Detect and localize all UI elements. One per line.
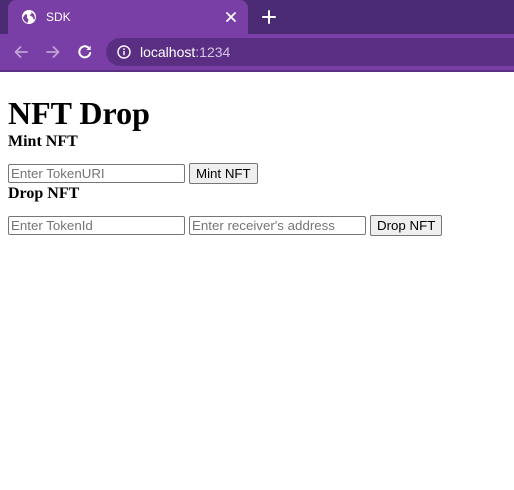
arrow-left-icon[interactable] [10, 41, 32, 63]
arrow-right-icon[interactable] [42, 41, 64, 63]
drop-heading: Drop NFT [8, 185, 80, 202]
browser-tab[interactable]: SDK [8, 0, 248, 34]
drop-form: Drop NFT [8, 215, 506, 236]
tab-title: SDK [46, 10, 71, 24]
mint-heading: Mint NFT [8, 133, 78, 150]
reload-icon[interactable] [74, 41, 96, 63]
plus-icon[interactable] [259, 7, 279, 27]
drop-nft-button[interactable]: Drop NFT [370, 215, 443, 236]
token-uri-input[interactable] [8, 164, 185, 183]
globe-icon [20, 8, 38, 26]
mint-nft-button[interactable]: Mint NFT [189, 163, 258, 184]
url-port: :1234 [195, 44, 231, 60]
address-bar[interactable]: localhost:1234 [106, 38, 514, 66]
close-icon[interactable] [222, 8, 240, 26]
browser-toolbar: localhost:1234 [0, 34, 514, 72]
mint-form: Mint NFT [8, 163, 506, 184]
url-host: localhost [140, 44, 196, 60]
page-content: NFT Drop Mint NFT Mint NFT Drop NFT Drop… [0, 72, 514, 236]
token-id-input[interactable] [8, 216, 185, 235]
browser-tabstrip: SDK [0, 0, 514, 34]
info-icon[interactable] [116, 44, 132, 60]
receiver-address-input[interactable] [189, 216, 366, 235]
page-title: NFT Drop [8, 95, 150, 131]
